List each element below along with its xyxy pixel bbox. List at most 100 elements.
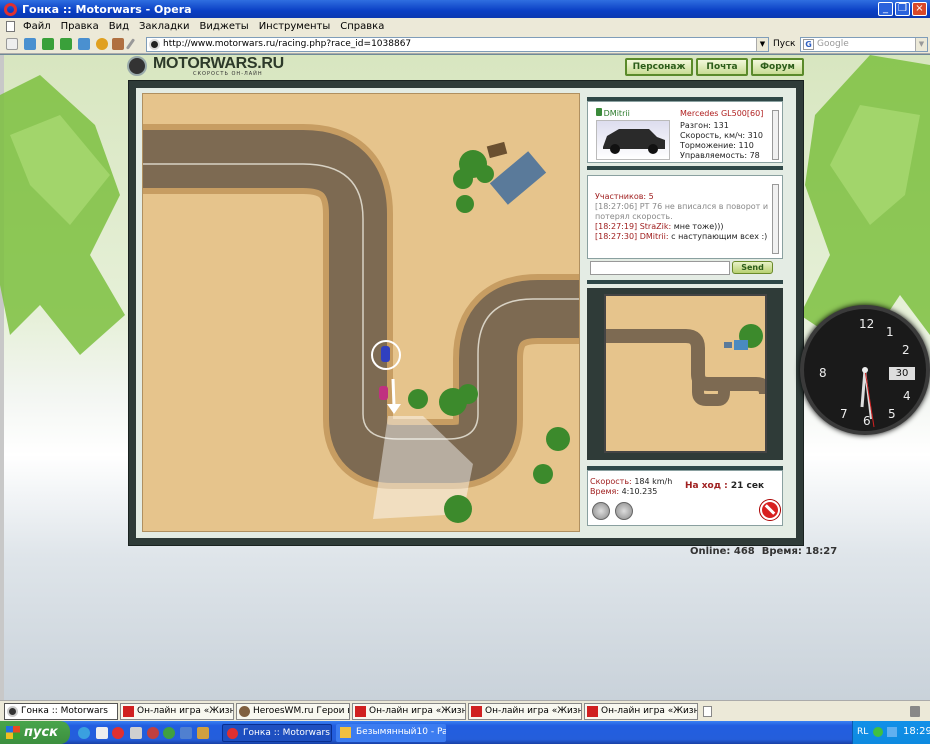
ie-icon[interactable]: [78, 727, 90, 739]
tab-favicon-icon: [471, 706, 482, 717]
browser-tab[interactable]: Гонка :: Motorwars: [4, 703, 118, 720]
race-track[interactable]: [142, 93, 580, 532]
language-indicator[interactable]: RL: [857, 727, 868, 737]
stat-acceleration: Разгон: 131: [680, 121, 729, 130]
chat-message: [18:27:30] DMitrii: с наступающим всех :…: [595, 232, 768, 241]
site-favicon-icon: [149, 39, 160, 50]
trash-icon[interactable]: [910, 706, 920, 717]
icq-icon[interactable]: [163, 727, 175, 739]
opera-icon: [4, 2, 17, 16]
track-map: [143, 124, 579, 523]
search-placeholder: Google: [817, 39, 849, 49]
chat-message: [18:27:06] PT 76 не вписался в поворот и…: [595, 202, 769, 221]
tab-favicon-icon: [587, 706, 598, 717]
turn-timer: На ход : 21 сек: [685, 481, 765, 491]
time-readout: Время: 4:10.235: [590, 487, 658, 496]
speed-readout: Скорость: 184 km/h: [590, 477, 673, 486]
taskbar-task-paint[interactable]: Безымянный10 - Paint: [336, 724, 446, 742]
minimize-icon[interactable]: _: [878, 2, 893, 16]
gear-icon[interactable]: [592, 502, 610, 520]
fast-forward-icon[interactable]: [78, 38, 90, 50]
car-photo: [596, 120, 670, 160]
menu-bookmarks[interactable]: Закладки: [139, 21, 190, 32]
paint-icon: [340, 727, 351, 738]
stat-speed: Скорость, км/ч: 310: [680, 131, 763, 140]
logo-badge-icon: [127, 56, 147, 76]
nav-character-button[interactable]: Персонаж: [625, 58, 693, 76]
menu-view[interactable]: Вид: [109, 21, 129, 32]
opera-task-icon: [227, 728, 238, 739]
chat-participants: Участников: 5: [595, 192, 654, 201]
system-tray: RL 18:29: [852, 721, 930, 744]
maximize-icon[interactable]: ❐: [895, 2, 910, 16]
media-icon[interactable]: [147, 727, 159, 739]
tab-favicon-icon: [123, 706, 134, 717]
app-icon[interactable]: [180, 727, 192, 739]
race-info-panel: Скорость: 184 km/h Время: 4:10.235 На хо…: [587, 470, 783, 526]
home-icon[interactable]: [112, 38, 124, 50]
menu-bar: Файл Правка Вид Закладки Виджеты Инструм…: [0, 18, 930, 34]
clock-widget[interactable]: 12 1 2 3 4 5 6 7 8 9 10 11 30: [800, 305, 930, 435]
car-model: Mercedes GL500[60]: [680, 109, 764, 118]
browser-tab[interactable]: Он-лайн игра «Жизнь» ...: [468, 703, 582, 720]
google-icon[interactable]: G: [803, 39, 814, 50]
app-icon[interactable]: [197, 727, 209, 739]
url-text: http://www.motorwars.ru/racing.php?race_…: [163, 39, 412, 49]
browser-tab[interactable]: Он-лайн игра «Жизнь» ...: [352, 703, 466, 720]
menu-widgets[interactable]: Виджеты: [200, 21, 249, 32]
forward-icon[interactable]: [60, 38, 72, 50]
windows-logo-icon: [6, 726, 20, 739]
close-icon[interactable]: ×: [912, 2, 927, 16]
desktop-icon[interactable]: [96, 727, 108, 739]
reload-icon[interactable]: [96, 38, 108, 50]
nitro-icon[interactable]: [615, 502, 633, 520]
app-icon[interactable]: [130, 727, 142, 739]
rewind-icon[interactable]: [24, 38, 36, 50]
taskbar-task-opera[interactable]: Гонка :: Motorwars -...: [222, 724, 332, 742]
minimap[interactable]: [604, 294, 773, 453]
panel-separator: [587, 166, 783, 170]
stat-handling: Управляемость: 78: [680, 151, 760, 160]
car-scrollbar[interactable]: [772, 110, 779, 160]
edit-icon[interactable]: [125, 38, 136, 50]
panel-separator: [587, 280, 783, 284]
opera-tab-bar: Гонка :: Motorwars Он-лайн игра «Жизнь» …: [0, 700, 930, 721]
tray-icon[interactable]: [887, 727, 897, 737]
player-name[interactable]: DMitrii: [596, 108, 630, 118]
send-button[interactable]: Send: [732, 261, 773, 274]
nav-mail-button[interactable]: Почта: [696, 58, 748, 76]
nav-forum-button[interactable]: Форум: [751, 58, 804, 76]
browser-tab[interactable]: HeroesWM.ru Герои вой...: [236, 703, 350, 720]
new-page-icon[interactable]: [6, 38, 18, 50]
search-label: Пуск: [773, 39, 796, 49]
search-input[interactable]: G Google ▼: [800, 37, 928, 52]
car-info-panel: DMitrii Mercedes GL500[60] Разгон: 131 С…: [587, 101, 783, 163]
logo-tagline: СКОРОСТЬ ОН-ЛАЙН: [193, 71, 263, 77]
taskbar-clock[interactable]: 18:29: [903, 726, 930, 737]
menu-help[interactable]: Справка: [340, 21, 384, 32]
clock-hands: [860, 367, 875, 428]
chat-input[interactable]: [590, 261, 730, 275]
opera-quicklaunch-icon[interactable]: [112, 727, 124, 739]
chat-scrollbar[interactable]: [772, 184, 779, 254]
start-button[interactable]: пуск: [0, 721, 70, 744]
url-field[interactable]: http://www.motorwars.ru/racing.php?race_…: [146, 37, 769, 52]
search-dropdown-icon[interactable]: ▼: [915, 38, 927, 51]
window-title: Гонка :: Motorwars - Opera: [22, 2, 192, 16]
new-tab-icon[interactable]: [703, 706, 712, 717]
chat-message: [18:27:19] StraZik: мне тоже))): [595, 222, 724, 231]
menu-tools[interactable]: Инструменты: [259, 21, 331, 32]
address-toolbar: http://www.motorwars.ru/racing.php?race_…: [0, 34, 930, 54]
back-icon[interactable]: [42, 38, 54, 50]
stop-icon[interactable]: [760, 500, 780, 520]
url-dropdown-icon[interactable]: ▼: [756, 38, 768, 51]
browser-tab[interactable]: Он-лайн игра «Жизнь» ...: [120, 703, 234, 720]
site-logo[interactable]: MOTORWARS.RU СКОРОСТЬ ОН-ЛАЙН: [127, 55, 287, 78]
page-icon: [6, 20, 15, 32]
menu-edit[interactable]: Правка: [61, 21, 99, 32]
window-title-bar[interactable]: Гонка :: Motorwars - Opera: [0, 0, 930, 18]
tray-icon[interactable]: [873, 727, 883, 737]
menu-file[interactable]: Файл: [23, 21, 51, 32]
browser-tab[interactable]: Он-лайн игра «Жизнь» ...: [584, 703, 698, 720]
player-icon: [596, 108, 602, 116]
